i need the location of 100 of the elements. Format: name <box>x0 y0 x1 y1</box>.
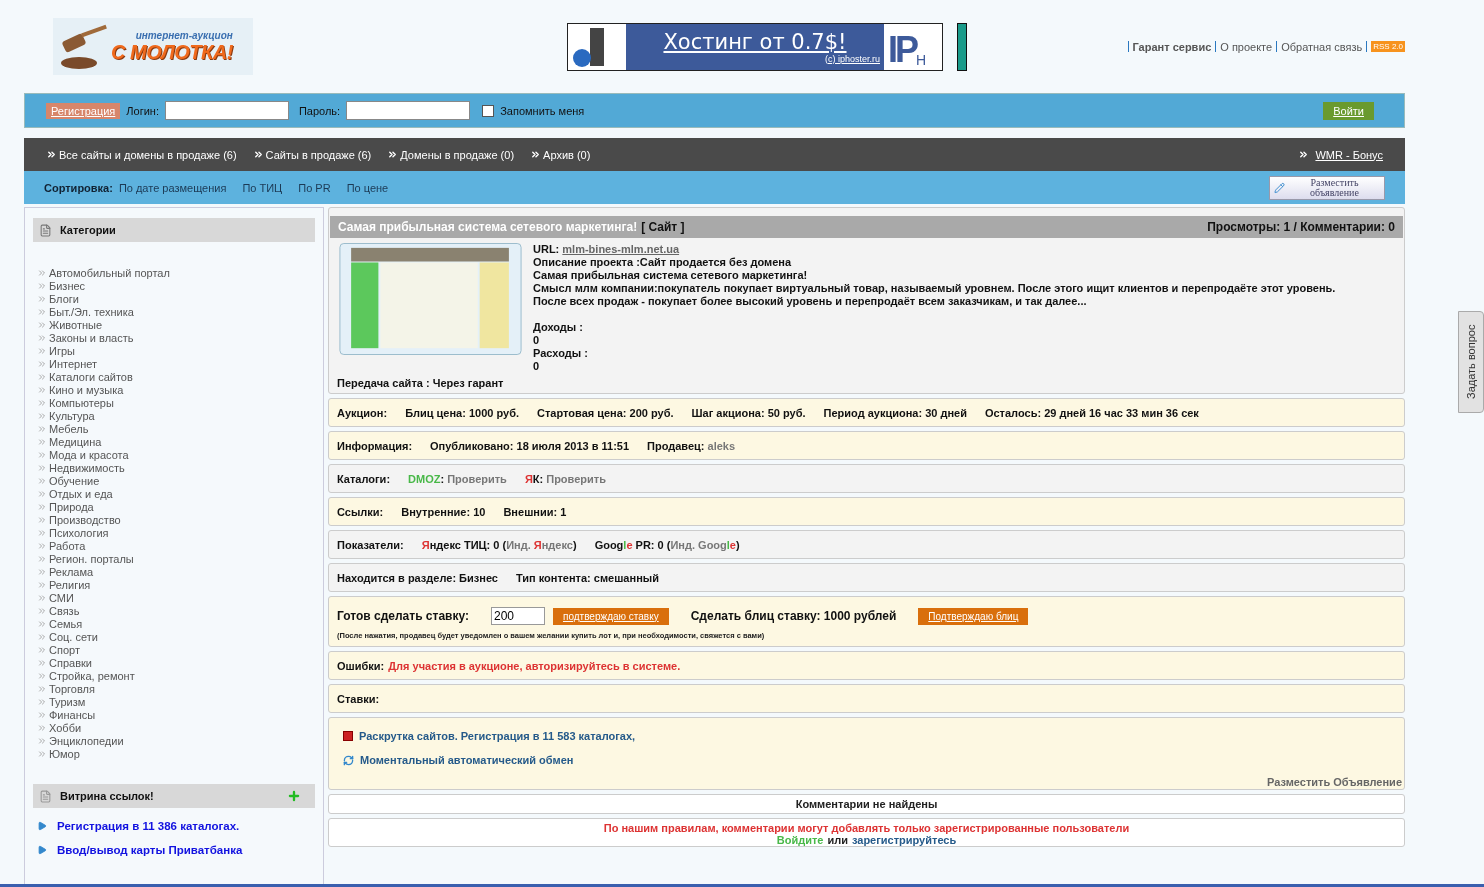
add-icon[interactable] <box>287 789 301 803</box>
category-link[interactable]: Семья <box>37 617 315 630</box>
income-value: 0 <box>533 334 541 347</box>
category-link[interactable]: Интернет <box>37 357 315 370</box>
description-line: После всех продаж - покупает более высокий уровень и перепродаёт всем заказчикам, и так далее... <box>533 295 1088 308</box>
category-link[interactable]: Хобби <box>37 721 315 734</box>
category-link[interactable]: Автомобильный портал <box>37 266 315 279</box>
document-icon <box>39 789 52 803</box>
chevrons-icon <box>37 553 47 564</box>
category-link[interactable]: Отдых и еда <box>37 487 315 500</box>
listing-type: [ Сайт ] <box>641 220 685 234</box>
info-text: Блиц цена: 1000 руб. <box>405 406 520 419</box>
ad-link[interactable]: Моментальный автоматический обмен <box>343 754 1396 766</box>
refresh-icon <box>343 754 354 766</box>
bonus-link[interactable]: WMR - Бонус <box>1315 148 1383 161</box>
category-link[interactable]: Природа <box>37 500 315 513</box>
chevrons-icon <box>37 514 47 525</box>
chevrons-icon <box>37 696 47 707</box>
transfer-text: Передача сайта : Через гарант <box>337 377 505 389</box>
category-link[interactable]: Бизнес <box>37 279 315 292</box>
chevrons-icon <box>37 449 47 460</box>
category-link[interactable]: Стройка, ремонт <box>37 669 315 682</box>
register-link[interactable]: зарегистрируйтесь <box>851 834 957 846</box>
sort-option[interactable]: По ТИЦ <box>242 181 283 194</box>
comments-empty: Комментарии не найдены <box>794 797 939 812</box>
nav-link[interactable]: Архив (0) <box>530 148 591 161</box>
chevrons-icon <box>252 149 264 160</box>
login-field[interactable] <box>164 101 289 120</box>
category-link[interactable]: Обучение <box>37 474 315 487</box>
category-link[interactable]: Недвижимость <box>37 461 315 474</box>
password-label: Пароль: <box>298 104 341 117</box>
category-link[interactable]: Игры <box>37 344 315 357</box>
chevrons-icon <box>37 397 47 408</box>
category-link[interactable]: Животные <box>37 318 315 331</box>
category-link[interactable]: Психология <box>37 526 315 539</box>
chevrons-icon <box>37 267 47 278</box>
logo[interactable]: интернет-аукцион С МОЛОТКА! <box>53 18 253 75</box>
chevrons-icon <box>530 149 542 160</box>
category-link[interactable]: Мода и красота <box>37 448 315 461</box>
sort-option[interactable]: По цене <box>346 181 389 194</box>
chevrons-icon <box>37 371 47 382</box>
nav-link[interactable]: Домены в продаже (0) <box>387 148 515 161</box>
category-link[interactable]: Работа <box>37 539 315 552</box>
category-link[interactable]: Реклама <box>37 565 315 578</box>
nav-link[interactable]: Сайты в продаже (6) <box>252 148 372 161</box>
category-link[interactable]: Спорт <box>37 643 315 656</box>
play-icon <box>37 821 47 831</box>
info-text: ЯК: Проверить <box>524 472 606 485</box>
category-link[interactable]: СМИ <box>37 591 315 604</box>
post-ad-link[interactable]: Разместить Объявление <box>1267 776 1402 788</box>
category-link[interactable]: Компьютеры <box>37 396 315 409</box>
ad-link[interactable]: Раскрутка сайтов. Регистрация в 11 583 каталогах, <box>343 730 1396 742</box>
category-link[interactable]: Регион. порталы <box>37 552 315 565</box>
chevrons-icon <box>37 436 47 447</box>
info-text: Находится в разделе: Бизнес <box>337 571 498 584</box>
category-link[interactable]: Кино и музыка <box>37 383 315 396</box>
chevrons-icon <box>46 149 57 160</box>
post-ad-button[interactable]: Разместить объявление <box>1269 175 1385 200</box>
category-link[interactable]: Блоги <box>37 292 315 305</box>
category-link[interactable]: Производство <box>37 513 315 526</box>
category-link[interactable]: Юмор <box>37 747 315 760</box>
ask-question-tab[interactable]: Задать вопрос <box>1458 311 1484 413</box>
category-link[interactable]: Связь <box>37 604 315 617</box>
sort-option[interactable]: По дате размещения <box>118 181 227 194</box>
showcase-link[interactable]: Регистрация в 11 386 каталогах. <box>33 820 315 832</box>
category-link[interactable]: Туризм <box>37 695 315 708</box>
url-link[interactable]: mlm-bines-mlm.net.ua <box>562 243 680 255</box>
category-link[interactable]: Справки <box>37 656 315 669</box>
category-link[interactable]: Культура <box>37 409 315 422</box>
category-link[interactable]: Финансы <box>37 708 315 721</box>
sort-label: Сортировка: <box>44 181 113 194</box>
info-text: Внешнии: 1 <box>503 505 567 518</box>
chevrons-icon <box>37 735 47 746</box>
category-link[interactable]: Торговля <box>37 682 315 695</box>
chevrons-icon <box>37 410 47 421</box>
hosting-banner[interactable]: Хостинг от 0.7$! (c) iphoster.ru IPH <box>567 22 943 71</box>
bids-label: Ставки: <box>337 692 380 705</box>
info-text: Стартовая цена: 200 руб. <box>537 406 674 419</box>
header-link[interactable]: Гарант сервис <box>1132 40 1212 53</box>
remember-checkbox[interactable] <box>482 104 495 117</box>
category-link[interactable]: Религия <box>37 578 315 591</box>
showcase-link[interactable]: Ввод/вывод карты Приватбанка <box>33 844 315 856</box>
server-globe-icon <box>568 23 626 70</box>
bid-input[interactable]: 200 <box>490 607 545 625</box>
category-link[interactable]: Энциклопедии <box>37 734 315 747</box>
header-link[interactable]: О проекте <box>1220 40 1273 53</box>
category-link[interactable]: Быт./Эл. техника <box>37 305 315 318</box>
header-link[interactable]: Обратная связь <box>1281 40 1363 53</box>
category-link[interactable]: Каталоги сайтов <box>37 370 315 383</box>
sort-option[interactable]: По PR <box>298 181 331 194</box>
category-link[interactable]: Медицина <box>37 435 315 448</box>
category-link[interactable]: Законы и власть <box>37 331 315 344</box>
nav-link[interactable]: Все сайты и домены в продаже (6) <box>46 148 237 161</box>
errors-label: Ошибки: <box>337 659 385 672</box>
category-link[interactable]: Мебель <box>37 422 315 435</box>
income-label: Доходы : <box>533 321 584 334</box>
bid-label: Готов сделать ставку: <box>337 609 469 623</box>
description-line: Описание проекта :Сайт продается без домена <box>533 256 793 269</box>
password-field[interactable] <box>346 101 471 120</box>
category-link[interactable]: Соц. сети <box>37 630 315 643</box>
